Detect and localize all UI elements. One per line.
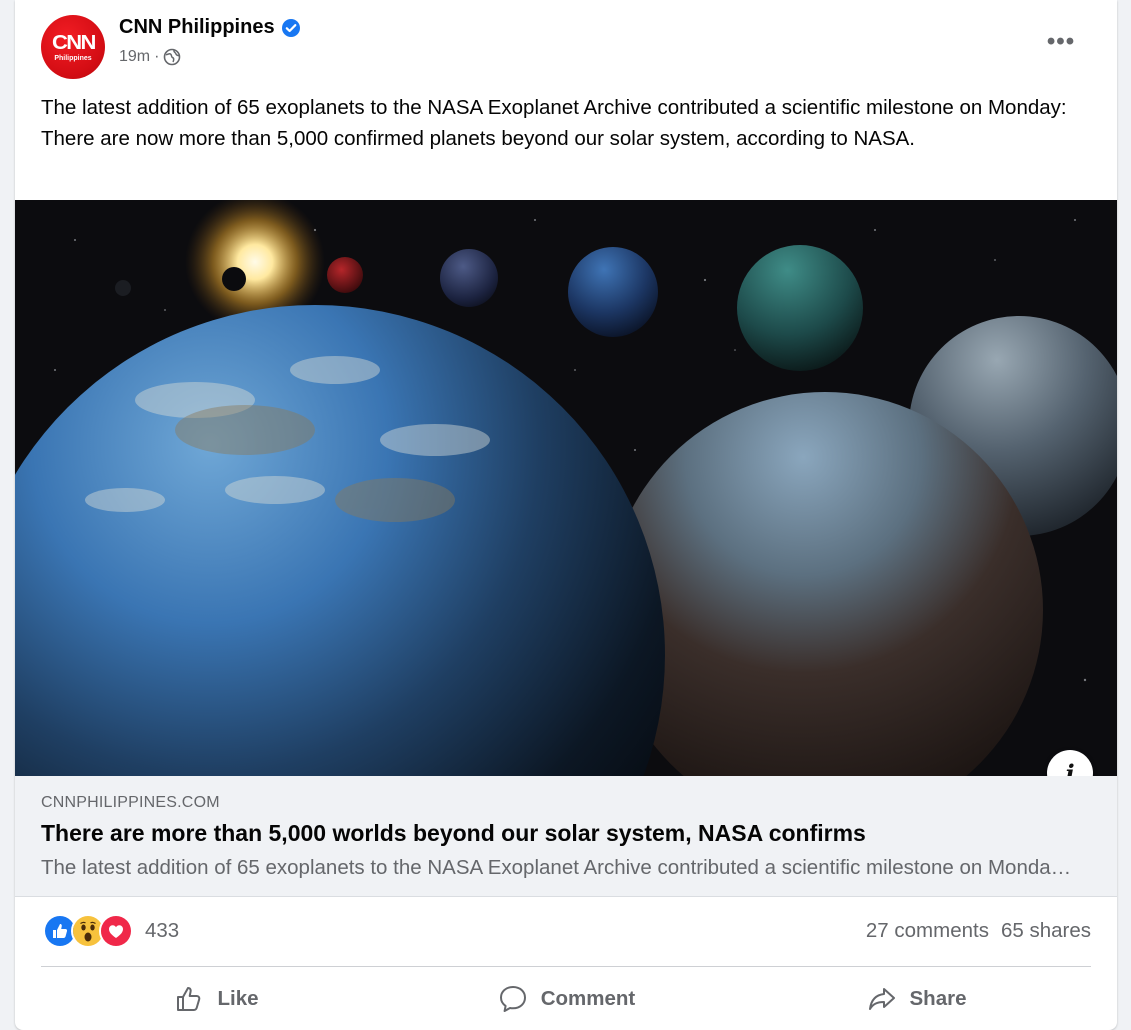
post-image[interactable] bbox=[15, 200, 1117, 776]
post-text: The latest addition of 65 exoplanets to … bbox=[41, 96, 1067, 150]
share-button[interactable]: Share bbox=[741, 968, 1091, 1030]
page-name-link[interactable]: CNN Philippines bbox=[119, 16, 301, 39]
link-description: The latest addition of 65 exoplanets to … bbox=[41, 856, 1081, 879]
comment-icon bbox=[499, 986, 526, 1012]
avatar-logo: CNN bbox=[51, 32, 96, 54]
comment-label: Comment bbox=[540, 987, 636, 1010]
post-timestamp[interactable]: 19m bbox=[119, 48, 150, 66]
reaction-count: 433 bbox=[145, 919, 180, 942]
like-label: Like bbox=[217, 987, 259, 1010]
action-bar: Like Comment Share bbox=[41, 968, 1091, 1030]
page-name: CNN Philippines bbox=[119, 16, 275, 38]
like-button[interactable]: Like bbox=[41, 968, 391, 1030]
comment-button[interactable]: Comment bbox=[391, 968, 741, 1030]
share-arrow-icon bbox=[868, 988, 895, 1010]
post-stats: 433 27 comments 65 shares bbox=[15, 897, 1117, 965]
more-options-icon: ••• bbox=[1046, 28, 1076, 55]
verified-badge-icon bbox=[281, 18, 300, 37]
exoplanets-illustration bbox=[15, 200, 1117, 776]
reactions-summary[interactable]: 433 bbox=[43, 914, 180, 948]
link-title: There are more than 5,000 worlds beyond … bbox=[41, 820, 866, 846]
post-meta: 19m · bbox=[119, 48, 181, 66]
more-options-button[interactable]: ••• bbox=[1039, 24, 1083, 60]
page-avatar[interactable]: CNN Philippines bbox=[41, 15, 105, 79]
post-card: CNN Philippines CNN Philippines 19m · ••… bbox=[15, 0, 1117, 1030]
avatar-logo-sub: Philippines bbox=[54, 55, 92, 62]
globe-icon bbox=[164, 48, 181, 66]
shares-count[interactable]: 65 shares bbox=[1001, 919, 1091, 943]
thumbs-up-icon bbox=[177, 987, 201, 1011]
comments-count[interactable]: 27 comments bbox=[866, 919, 989, 943]
love-reaction-icon bbox=[99, 914, 133, 948]
share-label: Share bbox=[909, 987, 967, 1010]
post-header: CNN Philippines CNN Philippines 19m · ••… bbox=[15, 0, 1117, 90]
link-domain: CNNPHILIPPINES.COM bbox=[41, 794, 220, 811]
meta-separator: · bbox=[154, 48, 160, 65]
engagement-counts: 27 comments 65 shares bbox=[866, 919, 1091, 943]
actions-divider bbox=[41, 966, 1091, 967]
link-preview[interactable]: CNNPHILIPPINES.COM There are more than 5… bbox=[15, 776, 1117, 897]
